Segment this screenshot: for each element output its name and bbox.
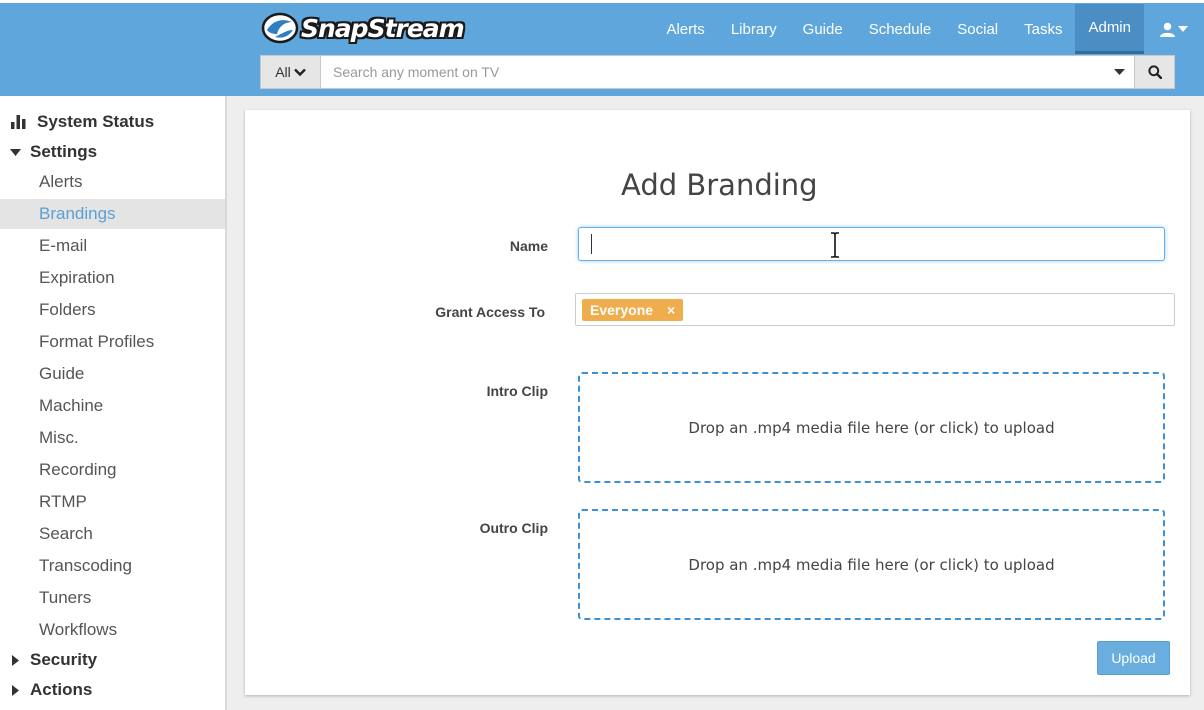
search-button[interactable]	[1134, 56, 1174, 88]
sidebar-item-guide[interactable]: Guide	[0, 359, 225, 389]
search-bar: All	[260, 55, 1175, 89]
search-icon	[1147, 65, 1162, 79]
intro-clip-label: Intro Clip	[486, 383, 548, 399]
grant-access-label: Grant Access To	[435, 304, 545, 320]
search-input[interactable]	[321, 56, 1104, 88]
sidebar-item-recording[interactable]: Recording	[0, 455, 225, 485]
sidebar-item-format-profiles[interactable]: Format Profiles	[0, 327, 225, 357]
sidebar-item-workflows[interactable]: Workflows	[0, 615, 225, 645]
sidebar-item-security[interactable]: Security	[0, 645, 225, 675]
nav-alerts[interactable]: Alerts	[653, 4, 717, 54]
sidebar-item-label: Settings	[30, 142, 98, 161]
sidebar-item-brandings[interactable]: Brandings	[0, 199, 225, 229]
sidebar-item-label: Security	[30, 650, 98, 669]
tag-everyone: Everyone ×	[582, 298, 684, 321]
page-title: Add Branding	[621, 168, 818, 202]
sidebar-item-system-status[interactable]: System Status	[0, 107, 225, 137]
remove-tag-icon[interactable]: ×	[667, 302, 675, 318]
dropzone-text: Drop an .mp4 media file here (or click) …	[688, 555, 1055, 574]
search-dropdown-toggle[interactable]	[1104, 56, 1134, 88]
sidebar-item-machine[interactable]: Machine	[0, 391, 225, 421]
logo-text: SnapStream	[301, 13, 465, 43]
sidebar: System Status Settings Alerts Brandings …	[0, 96, 227, 710]
tag-label: Everyone	[590, 301, 654, 318]
dropzone-text: Drop an .mp4 media file here (or click) …	[688, 418, 1055, 437]
outro-clip-label: Outro Clip	[479, 520, 548, 536]
sidebar-item-misc[interactable]: Misc.	[0, 423, 225, 453]
sidebar-item-label: Actions	[30, 680, 93, 699]
name-input[interactable]	[578, 227, 1165, 261]
nav-library[interactable]: Library	[718, 4, 790, 54]
sidebar-item-actions[interactable]: Actions	[0, 675, 225, 705]
sidebar-item-folders[interactable]: Folders	[0, 295, 225, 325]
main-nav: Alerts Library Guide Schedule Social Tas…	[653, 4, 1204, 54]
name-label: Name	[509, 238, 548, 254]
bar-chart-icon	[0, 115, 37, 129]
sidebar-item-settings[interactable]: Settings	[0, 137, 225, 167]
upload-button[interactable]: Upload	[1097, 641, 1170, 675]
logo-mark-icon	[261, 12, 299, 44]
nav-social[interactable]: Social	[944, 4, 1011, 54]
sidebar-item-email[interactable]: E-mail	[0, 231, 225, 261]
nav-tasks[interactable]: Tasks	[1011, 4, 1075, 54]
sidebar-item-alerts[interactable]: Alerts	[0, 167, 225, 197]
sidebar-item-rtmp[interactable]: RTMP	[0, 487, 225, 517]
caret-down-icon	[0, 148, 30, 156]
chevron-down-icon	[1178, 26, 1188, 32]
nav-schedule[interactable]: Schedule	[856, 4, 945, 54]
add-branding-panel: Add Branding Name Grant Access To Everyo…	[245, 110, 1190, 695]
outro-clip-dropzone[interactable]: Drop an .mp4 media file here (or click) …	[578, 509, 1165, 620]
search-filter-dropdown[interactable]: All	[261, 56, 321, 88]
nav-guide[interactable]: Guide	[790, 4, 856, 54]
caret-right-icon	[0, 654, 30, 666]
text-caret	[591, 234, 592, 254]
sidebar-item-tuners[interactable]: Tuners	[0, 583, 225, 613]
user-menu[interactable]	[1144, 4, 1204, 54]
user-icon	[1160, 22, 1175, 37]
header-top-line	[0, 0, 1204, 3]
nav-admin[interactable]: Admin	[1075, 4, 1144, 54]
snapstream-logo[interactable]: SnapStream	[261, 11, 465, 45]
sidebar-item-label: System Status	[37, 112, 155, 131]
chevron-down-icon	[293, 68, 306, 76]
top-header: SnapStream Alerts Library Guide Schedule…	[0, 0, 1204, 96]
text-cursor-icon	[831, 232, 839, 258]
sidebar-item-transcoding[interactable]: Transcoding	[0, 551, 225, 581]
caret-down-icon	[1113, 69, 1125, 75]
intro-clip-dropzone[interactable]: Drop an .mp4 media file here (or click) …	[578, 372, 1165, 483]
grant-access-field[interactable]: Everyone ×	[575, 293, 1175, 326]
caret-right-icon	[0, 684, 30, 696]
sidebar-item-expiration[interactable]: Expiration	[0, 263, 225, 293]
search-filter-label: All	[275, 64, 291, 80]
sidebar-item-search[interactable]: Search	[0, 519, 225, 549]
